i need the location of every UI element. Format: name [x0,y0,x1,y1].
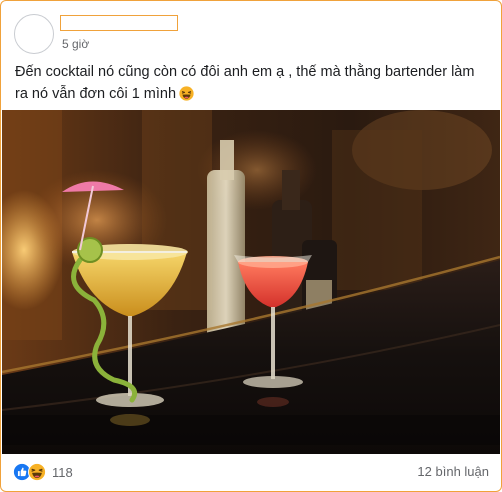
post-timestamp[interactable]: 5 giờ [62,37,89,51]
cocktail-photo [2,110,500,454]
post-footer: 118 12 bình luận [1,454,501,490]
reaction-count: 118 [52,464,73,480]
avatar[interactable] [14,14,54,54]
laughing-emoji-icon [179,86,194,101]
post-text-content: Đến cocktail nó cũng còn có đôi anh em ạ… [15,64,475,102]
post-photo[interactable] [2,110,500,454]
reaction-summary[interactable]: 118 [13,462,73,482]
post-text: Đến cocktail nó cũng còn có đôi anh em ạ… [15,61,491,105]
author-name[interactable] [60,15,178,31]
comments-link[interactable]: 12 bình luận [417,464,489,479]
post-card: 5 giờ Đến cocktail nó cũng còn có đôi an… [0,0,502,492]
haha-icon [28,463,46,481]
